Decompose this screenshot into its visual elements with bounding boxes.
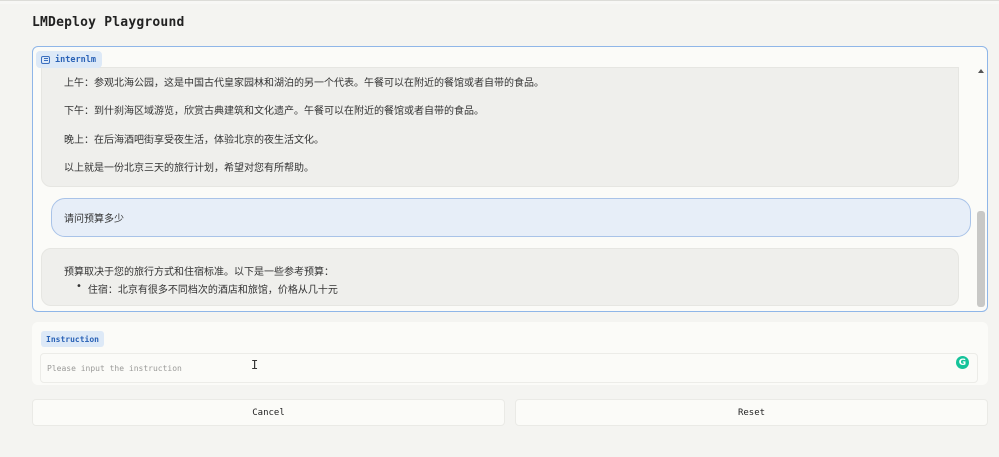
assistant-message: 上午：参观北海公园，这是中国古代皇家园林和湖泊的另一个代表。午餐可以在附近的餐馆…: [41, 67, 959, 187]
message-line: 下午：到什刹海区域游览，欣赏古典建筑和文化遗产。午餐可以在附近的餐馆或者自带的食…: [64, 106, 484, 117]
chatbot-label-text: internlm: [55, 54, 96, 65]
message-line: 晚上：在后海酒吧街享受夜生活，体验北京的夜生活文化。: [64, 135, 324, 146]
instruction-input[interactable]: [40, 353, 978, 383]
instruction-label: Instruction: [41, 331, 104, 347]
assistant-message: 预算取决于您的旅行方式和住宿标准。以下是一些参考预算： • 住宿：北京有很多不同…: [41, 248, 959, 306]
message-line: 上午：参观北海公园，这是中国古代皇家园林和湖泊的另一个代表。午餐可以在附近的餐馆…: [64, 78, 544, 89]
cancel-button[interactable]: Cancel: [32, 399, 505, 426]
page-title: LMDeploy Playground: [32, 15, 185, 30]
scroll-up-icon[interactable]: [978, 69, 984, 73]
user-message-text: 请问预算多少: [64, 214, 124, 225]
bullet-icon: •: [76, 281, 82, 292]
chatbot-icon: [41, 55, 50, 64]
message-line: 以上就是一份北京三天的旅行计划，希望对您有所帮助。: [64, 163, 314, 174]
scrollbar-thumb[interactable]: [977, 211, 985, 307]
user-message: 请问预算多少: [51, 198, 971, 237]
instruction-panel: Instruction: [32, 322, 988, 385]
message-intro: 预算取决于您的旅行方式和住宿标准。以下是一些参考预算：: [64, 267, 334, 278]
reset-button[interactable]: Reset: [515, 399, 988, 426]
chatbot-panel[interactable]: 上午：参观北海公园，这是中国古代皇家园林和湖泊的另一个代表。午餐可以在附近的餐馆…: [32, 46, 988, 312]
top-border: [0, 0, 999, 4]
text-cursor-icon: I: [251, 358, 259, 372]
list-item-text: 住宿：北京有很多不同档次的酒店和旅馆，价格从几十元: [87, 285, 338, 296]
grammarly-icon[interactable]: G: [956, 356, 969, 369]
list-item: • 住宿：北京有很多不同档次的酒店和旅馆，价格从几十元: [76, 281, 338, 296]
chat-scrollbar[interactable]: [977, 69, 986, 309]
chatbot-label: internlm: [36, 51, 102, 68]
